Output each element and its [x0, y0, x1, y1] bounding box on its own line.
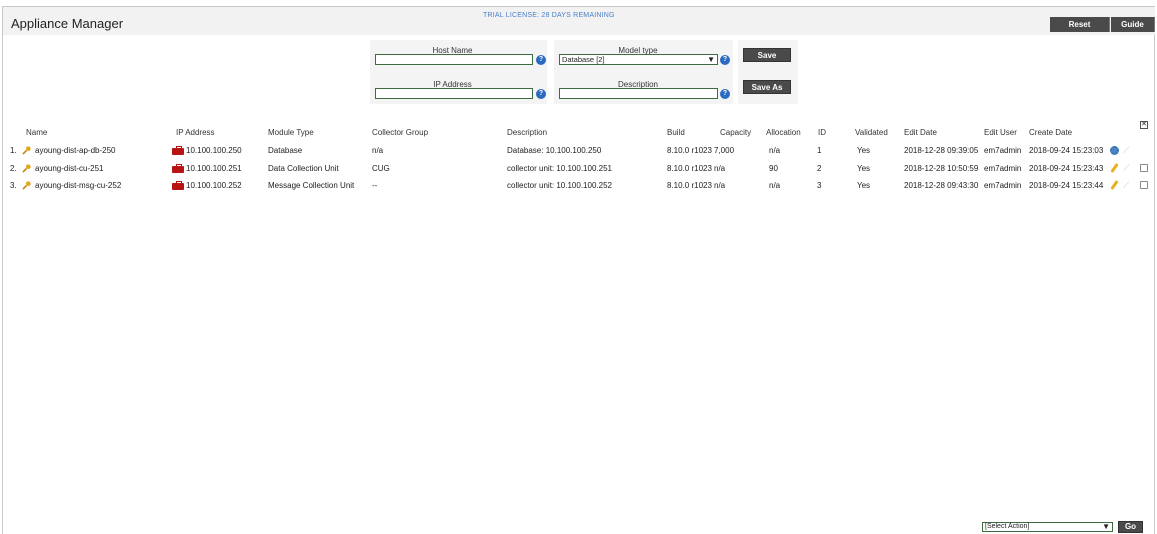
plug-icon[interactable]: ⟋ [1123, 164, 1131, 173]
toolbox-icon[interactable] [172, 181, 184, 190]
edit-date-cell: 2018-12-28 09:43:30 [904, 181, 979, 190]
toolbox-icon[interactable] [172, 164, 184, 173]
device-name-link[interactable]: ayoung-dist-msg-cu-252 [35, 181, 121, 190]
module-type-cell: Data Collection Unit [268, 164, 339, 173]
description-cell: Database: 10.100.100.250 [507, 146, 602, 155]
allocation-cell: 90 [769, 164, 778, 173]
col-header-build[interactable]: Build [667, 128, 685, 137]
id-cell: 2 [817, 164, 822, 173]
validated-cell: Yes [857, 146, 871, 155]
description-input[interactable] [559, 88, 718, 99]
col-header-capacity[interactable]: Capacity [720, 128, 751, 137]
select-all-checkbox[interactable]: ✕ [1140, 121, 1148, 129]
description-help-icon[interactable]: ? [720, 89, 730, 99]
module-type-cell: Message Collection Unit [268, 181, 355, 190]
row-number: 1. [10, 146, 17, 155]
device-name-link[interactable]: ayoung-dist-cu-251 [35, 164, 103, 173]
chevron-down-icon: ▼ [707, 55, 715, 64]
col-header-create-date[interactable]: Create Date [1029, 128, 1072, 137]
capacity-cell: n/a [714, 164, 726, 173]
id-cell: 1 [817, 146, 822, 155]
reset-button[interactable]: Reset [1050, 17, 1110, 32]
module-type-cell: Database [268, 146, 303, 155]
plug-icon[interactable]: ⟋ [1123, 146, 1131, 155]
row-number: 2. [10, 164, 17, 173]
model-type-help-icon[interactable]: ? [720, 55, 730, 65]
edit-user-cell: em7admin [984, 164, 1022, 173]
collector-group-cell: -- [372, 181, 378, 190]
build-cell: 8.10.0 r1023 [667, 146, 712, 155]
select-action-value: [Select Action] [985, 523, 1030, 530]
toolbox-icon[interactable] [172, 146, 184, 155]
device-name-link[interactable]: ayoung-dist-ap-db-250 [35, 146, 116, 155]
edit-date-cell: 2018-12-28 09:39:05 [904, 146, 979, 155]
model-type-select[interactable]: Database [2] ▼ [559, 54, 718, 65]
edit-user-cell: em7admin [984, 146, 1022, 155]
select-action-dropdown[interactable]: [Select Action] ▼ [982, 522, 1113, 532]
capacity-cell: n/a [714, 181, 726, 190]
row-checkbox[interactable] [1140, 181, 1148, 189]
col-header-module-type[interactable]: Module Type [268, 128, 314, 137]
host-name-help-icon[interactable]: ? [536, 55, 546, 65]
title-bar: Appliance Manager TRIAL LICENSE: 28 DAYS… [3, 7, 1155, 35]
capacity-cell: 7,000 [714, 146, 735, 155]
create-date-cell: 2018-09-24 15:23:43 [1029, 164, 1104, 173]
collector-group-cell: CUG [372, 164, 390, 173]
col-header-id[interactable]: ID [818, 128, 826, 137]
ip-address-cell: 10.100.100.250 [186, 146, 242, 155]
col-header-collector-group[interactable]: Collector Group [372, 128, 428, 137]
row-checkbox[interactable] [1140, 164, 1148, 172]
edit-date-cell: 2018-12-28 10:50:59 [904, 164, 979, 173]
collector-group-cell: n/a [372, 146, 384, 155]
host-name-input[interactable] [375, 54, 533, 65]
allocation-cell: n/a [769, 181, 781, 190]
col-header-edit-date[interactable]: Edit Date [904, 128, 937, 137]
row-number: 3. [10, 181, 17, 190]
col-header-description[interactable]: Description [507, 128, 547, 137]
chevron-down-icon: ▼ [1102, 522, 1110, 531]
key-icon[interactable] [22, 164, 31, 173]
model-description-panel: Model type Database [2] ▼ ? Description … [554, 40, 733, 104]
description-cell: collector unit: 10.100.100.252 [507, 181, 612, 190]
validated-cell: Yes [857, 164, 871, 173]
create-date-cell: 2018-09-24 15:23:03 [1029, 146, 1104, 155]
ip-address-cell: 10.100.100.252 [186, 181, 242, 190]
save-as-button[interactable]: Save As [743, 80, 791, 94]
plug-icon[interactable]: ⟋ [1123, 181, 1131, 190]
save-button[interactable]: Save [743, 48, 791, 62]
key-icon[interactable] [22, 181, 31, 190]
validated-cell: Yes [857, 181, 871, 190]
host-ip-panel: Host Name ? IP Address ? [370, 40, 547, 104]
col-header-edit-user[interactable]: Edit User [984, 128, 1017, 137]
allocation-cell: n/a [769, 146, 781, 155]
license-banner: TRIAL LICENSE: 28 DAYS REMAINING [483, 12, 615, 19]
page-title: Appliance Manager [11, 16, 124, 31]
go-button[interactable]: Go [1118, 521, 1143, 533]
col-header-name[interactable]: Name [26, 128, 47, 137]
save-panel: Save Save As [738, 40, 798, 104]
col-header-ip[interactable]: IP Address [176, 128, 215, 137]
col-header-validated[interactable]: Validated [855, 128, 888, 137]
description-cell: collector unit: 10.100.100.251 [507, 164, 612, 173]
model-type-value: Database [2] [562, 55, 605, 64]
id-cell: 3 [817, 181, 822, 190]
create-date-cell: 2018-09-24 15:23:44 [1029, 181, 1104, 190]
guide-button[interactable]: Guide [1111, 17, 1155, 32]
ip-address-input[interactable] [375, 88, 533, 99]
key-icon[interactable] [22, 146, 31, 155]
gear-icon[interactable] [1110, 146, 1119, 155]
build-cell: 8.10.0 r1023 [667, 164, 712, 173]
ip-address-help-icon[interactable]: ? [536, 89, 546, 99]
build-cell: 8.10.0 r1023 [667, 181, 712, 190]
col-header-allocation[interactable]: Allocation [766, 128, 801, 137]
ip-address-cell: 10.100.100.251 [186, 164, 242, 173]
edit-user-cell: em7admin [984, 181, 1022, 190]
